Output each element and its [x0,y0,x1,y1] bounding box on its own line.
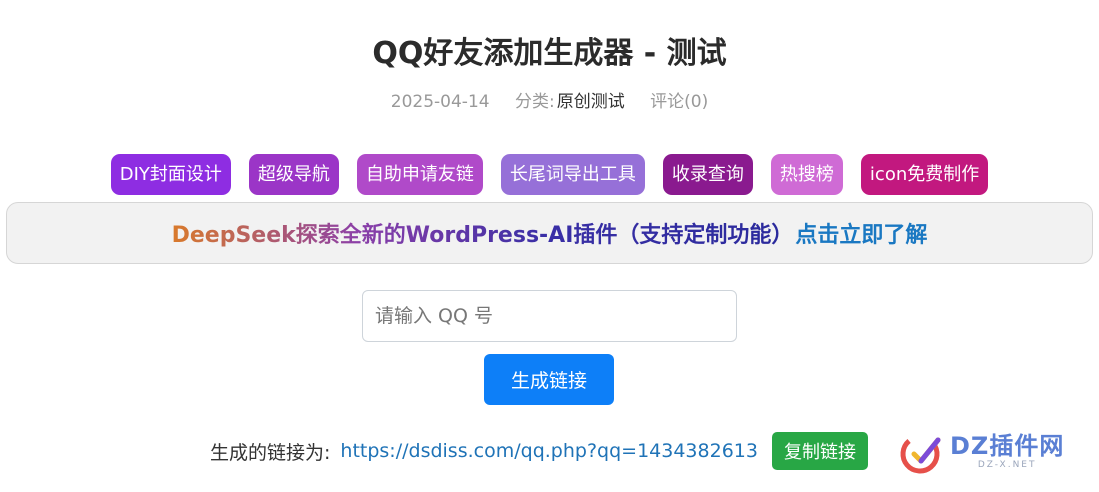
tag-index-query[interactable]: 收录查询 [662,154,753,195]
tag-diy-cover[interactable]: DIY封面设计 [110,154,231,195]
tag-friend-link[interactable]: 自助申请友链 [356,154,483,195]
generate-link-button[interactable]: 生成链接 [484,354,614,405]
promo-banner[interactable]: DeepSeek探索全新的WordPress-AI插件（支持定制功能） 点击立即… [6,202,1093,264]
post-meta: 2025-04-14 分类: 原创测试 评论(0) [0,87,1099,112]
tag-icon-maker[interactable]: icon免费制作 [860,154,989,195]
page: QQ好友添加生成器 - 测试 2025-04-14 分类: 原创测试 评论(0) … [0,0,1099,492]
tag-longtail-tool[interactable]: 长尾词导出工具 [500,154,645,195]
tag-bar: DIY封面设计 超级导航 自助申请友链 长尾词导出工具 收录查询 热搜榜 ico… [0,154,1099,195]
result-label: 生成的链接为: [210,441,331,464]
post-date: 2025-04-14 [390,92,490,112]
category-label: 分类: [514,92,555,112]
result-row: 生成的链接为: https://dsdiss.com/qq.php?qq=143… [210,432,868,470]
promo-cta-link[interactable]: 点击立即了解 [795,217,927,249]
watermark-text: DZ插件网 [950,432,1065,460]
site-watermark: DZ插件网 DZ-X.NET [898,424,1088,480]
copy-link-button[interactable]: 复制链接 [771,432,868,470]
comments-link[interactable]: 评论(0) [650,92,708,112]
tag-hot-search[interactable]: 热搜榜 [770,154,843,195]
generated-link[interactable]: https://dsdiss.com/qq.php?qq=1434382613 [340,440,758,462]
watermark-logo-icon [900,434,941,474]
page-title: QQ好友添加生成器 - 测试 [372,36,727,71]
watermark-subtext: DZ-X.NET [977,460,1037,470]
tag-super-nav[interactable]: 超级导航 [248,154,339,195]
category-link[interactable]: 原创测试 [557,92,625,112]
promo-text: DeepSeek探索全新的WordPress-AI插件（支持定制功能） [172,217,794,249]
qq-number-input[interactable] [362,290,737,342]
